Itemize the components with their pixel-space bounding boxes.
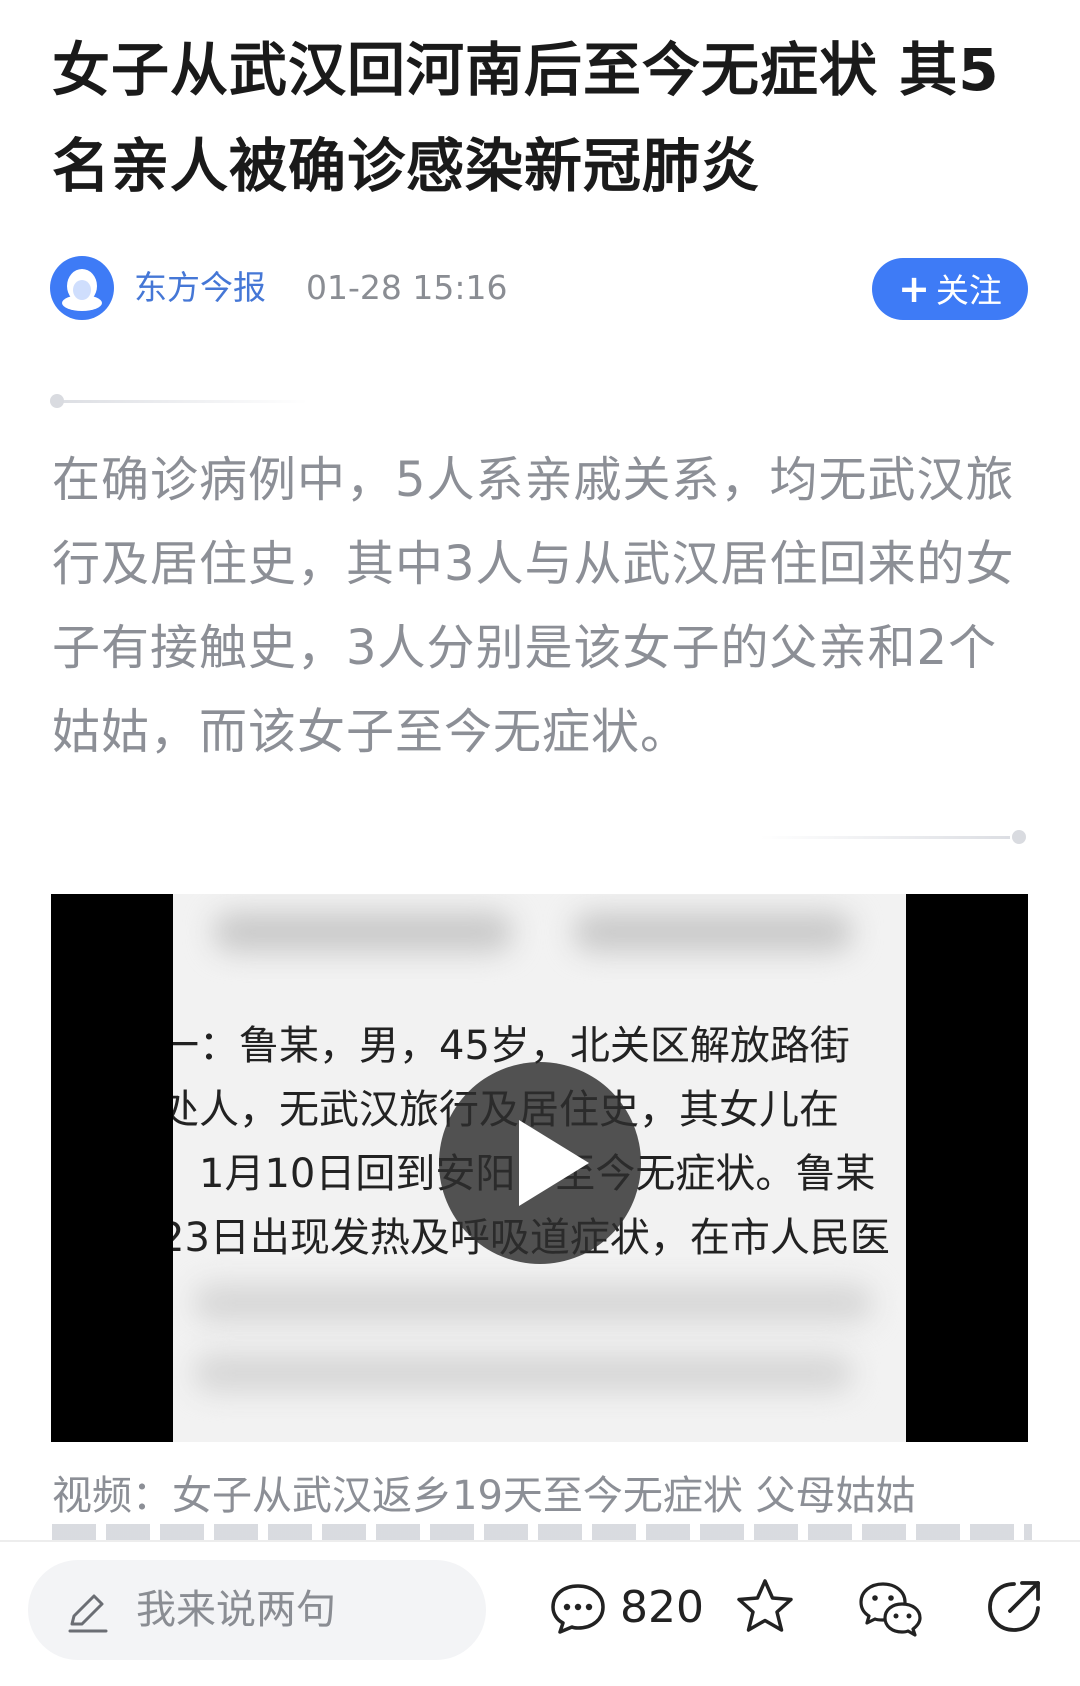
comment-input[interactable]: 我来说两句	[28, 1560, 486, 1660]
publish-time: 01-28 15:16	[306, 268, 508, 307]
divider-top	[58, 400, 308, 403]
comment-button[interactable]	[548, 1578, 608, 1638]
comment-count[interactable]: 820	[620, 1582, 704, 1634]
play-icon	[519, 1120, 589, 1206]
source-row: 东方今报 01-28 15:16 + 关注	[50, 256, 1030, 320]
favorite-button[interactable]	[734, 1576, 796, 1638]
follow-button[interactable]: + 关注	[872, 258, 1028, 320]
article-summary: 在确诊病例中，5人系亲戚关系，均无武汉旅行及居住史，其中3人与从武汉居住回来的女…	[52, 452, 1015, 760]
video-player[interactable]: 一：鲁某，男，45岁，北关区解放路街 处人，无武汉旅行及居住史，其女儿在 ，1月…	[51, 894, 1028, 1442]
source-name[interactable]: 东方今报	[134, 266, 266, 310]
play-button[interactable]	[439, 1062, 641, 1264]
star-icon	[737, 1579, 793, 1632]
share-button[interactable]	[984, 1576, 1046, 1638]
wechat-share-button[interactable]	[858, 1576, 924, 1642]
article-title: 女子从武汉回河南后至今无症状 其5名亲人被确诊感染新冠肺炎	[52, 36, 1000, 200]
video-caption: 视频：女子从武汉返乡19天至今无症状 父母姑姑	[52, 1473, 916, 1519]
blurred-text	[193, 1284, 873, 1322]
blurred-text	[213, 912, 513, 952]
comment-placeholder: 我来说两句	[136, 1587, 336, 1633]
divider-bottom	[760, 836, 1010, 839]
bottom-action-bar: 我来说两句 820	[0, 1540, 1080, 1686]
wechat-icon	[859, 1582, 922, 1637]
caption-overflow	[52, 1524, 1032, 1540]
plus-icon: +	[898, 267, 930, 311]
edit-icon	[68, 1594, 108, 1633]
penguin-avatar-icon[interactable]	[50, 256, 114, 320]
follow-label: 关注	[935, 271, 1002, 310]
divider-dot	[50, 394, 64, 408]
share-icon	[988, 1581, 1040, 1632]
blurred-text	[573, 912, 853, 952]
comment-icon	[551, 1584, 605, 1634]
blurred-text	[193, 1354, 853, 1392]
divider-dot	[1012, 830, 1026, 844]
article: 女子从武汉回河南后至今无症状 其5名亲人被确诊感染新冠肺炎 东方今报 01-28…	[0, 0, 1080, 1540]
